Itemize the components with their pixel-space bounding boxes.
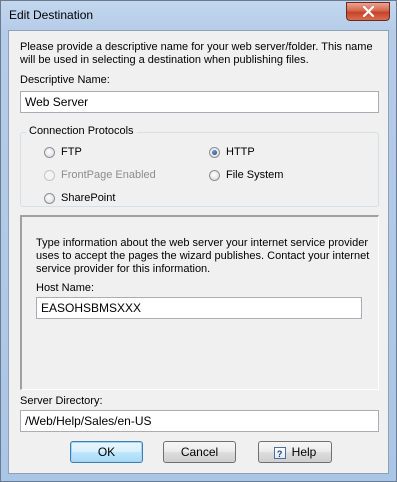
frontpage-radio-button [44, 169, 55, 181]
file-system-radio-button[interactable] [209, 169, 220, 181]
help-button[interactable]: ? Help [258, 441, 332, 463]
radio-file-system[interactable]: File System [209, 168, 283, 182]
ok-button[interactable]: OK [70, 441, 143, 463]
sharepoint-radio-button[interactable] [44, 192, 55, 204]
close-button[interactable] [346, 2, 390, 21]
descriptive-name-input[interactable]: Web Server [20, 91, 379, 113]
server-directory-input[interactable]: /Web/Help/Sales/en-US [20, 410, 379, 432]
ftp-label: FTP [61, 146, 82, 158]
edit-destination-dialog: Edit Destination Please provide a descri… [0, 0, 397, 482]
server-directory-label: Server Directory: [20, 395, 103, 407]
help-button-label: Help [291, 445, 317, 459]
http-radio-button[interactable] [209, 146, 220, 158]
close-icon [362, 6, 375, 17]
window-title: Edit Destination [9, 8, 94, 22]
radio-ftp[interactable]: FTP [44, 145, 82, 159]
host-name-input[interactable]: EASOHSBMSXXX [36, 297, 362, 319]
http-label: HTTP [226, 146, 255, 158]
radio-http[interactable]: HTTP [209, 145, 255, 159]
title-bar[interactable]: Edit Destination [1, 1, 396, 29]
help-icon: ? [273, 446, 286, 459]
connection-protocols-title: Connection Protocols [26, 125, 137, 138]
dialog-body: Please provide a descriptive name for yo… [8, 30, 389, 474]
intro-text: Please provide a descriptive name for yo… [20, 41, 373, 66]
host-name-label: Host Name: [36, 282, 95, 294]
cancel-button[interactable]: Cancel [163, 441, 236, 463]
radio-frontpage-enabled: FrontPage Enabled [44, 168, 156, 182]
file-system-label: File System [226, 169, 284, 181]
frontpage-label: FrontPage Enabled [61, 169, 156, 181]
sharepoint-label: SharePoint [61, 192, 116, 204]
ftp-radio-button[interactable] [44, 146, 55, 158]
radio-sharepoint[interactable]: SharePoint [44, 191, 115, 205]
descriptive-name-label: Descriptive Name: [20, 74, 110, 86]
http-info-text: Type information about the web server yo… [36, 237, 370, 275]
